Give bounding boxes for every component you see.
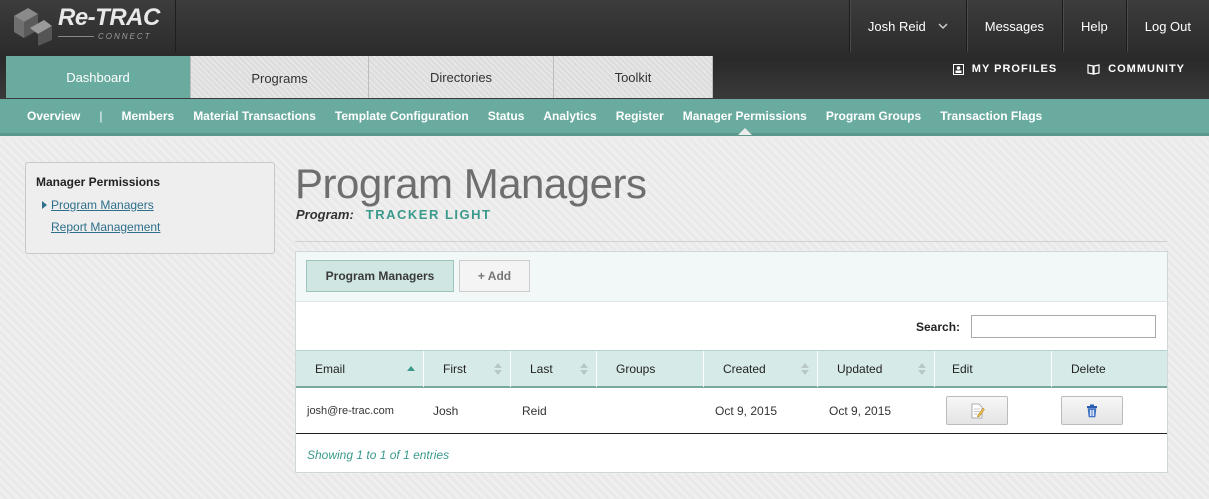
community-link[interactable]: COMMUNITY: [1087, 63, 1185, 75]
column-delete-label: Delete: [1071, 362, 1106, 376]
column-email-label: Email: [315, 362, 346, 376]
help-link[interactable]: Help: [1061, 0, 1126, 52]
column-groups-label: Groups: [616, 362, 656, 376]
subnav-material-transactions[interactable]: Material Transactions: [193, 109, 316, 123]
table-info: Showing 1 to 1 of 1 entries: [307, 448, 450, 462]
retrac-logo-icon: [14, 8, 52, 46]
program-label: Program:: [296, 207, 354, 222]
subnav-members[interactable]: Members: [122, 109, 175, 123]
page-title: Program Managers: [295, 160, 647, 207]
sort-icon: [494, 363, 502, 375]
messages-link[interactable]: Messages: [965, 0, 1062, 52]
edit-button[interactable]: [946, 396, 1008, 425]
my-profiles-label: MY PROFILES: [971, 63, 1058, 75]
brand-name: Re-TRAC: [58, 4, 160, 31]
column-first-label: First: [443, 362, 467, 376]
column-last-label: Last: [530, 362, 553, 376]
column-delete: Delete: [1052, 351, 1167, 387]
subnav-transaction-flags[interactable]: Transaction Flags: [940, 109, 1042, 123]
tab-directories[interactable]: Directories: [369, 56, 554, 98]
chevron-down-icon: [938, 23, 948, 30]
top-nav: Josh Reid Messages Help Log Out: [848, 0, 1209, 52]
column-updated[interactable]: Updated: [818, 351, 935, 387]
column-groups[interactable]: Groups: [597, 351, 704, 387]
profile-icon: [952, 63, 964, 75]
sidebar-item-program-managers[interactable]: Program Managers: [42, 198, 264, 212]
book-icon: [1087, 63, 1100, 75]
subnav-register[interactable]: Register: [616, 109, 664, 123]
sidebar-title: Manager Permissions: [36, 175, 161, 189]
subnav-manager-permissions[interactable]: Manager Permissions: [683, 109, 807, 135]
cell-edit: [935, 388, 1052, 434]
delete-button[interactable]: [1061, 396, 1123, 425]
cell-first: Josh: [433, 403, 459, 418]
search-input[interactable]: [971, 315, 1156, 338]
app-header: Re-TRAC CONNECT Josh Reid Messages Help …: [0, 0, 1209, 99]
main-tabs: Dashboard Programs Directories Toolkit: [6, 56, 713, 98]
tab-toolkit[interactable]: Toolkit: [554, 56, 713, 98]
user-menu[interactable]: Josh Reid: [848, 0, 966, 52]
cell-updated: Oct 9, 2015: [829, 403, 892, 418]
cell-last: Reid: [522, 403, 547, 418]
column-updated-label: Updated: [837, 362, 883, 376]
column-email[interactable]: Email: [296, 351, 424, 387]
sort-icon: [801, 363, 809, 375]
subnav-analytics[interactable]: Analytics: [543, 109, 596, 123]
subnav-program-groups[interactable]: Program Groups: [826, 109, 921, 123]
panel-toolbar: Program Managers + Add: [296, 252, 1167, 302]
brand-sub: CONNECT: [98, 32, 152, 41]
user-name: Josh Reid: [867, 18, 926, 34]
title-divider: [295, 241, 1167, 242]
subnav-status[interactable]: Status: [488, 109, 525, 123]
cell-created: Oct 9, 2015: [715, 403, 778, 418]
cell-email: josh@re-trac.com: [307, 404, 394, 417]
sort-icon: [580, 363, 588, 375]
brand-underline: [58, 36, 94, 37]
managers-panel: Program Managers + Add Search: Email Fir…: [295, 251, 1168, 473]
my-profiles-link[interactable]: MY PROFILES: [952, 63, 1058, 75]
community-label: COMMUNITY: [1108, 63, 1185, 75]
cell-groups: [597, 388, 704, 434]
search-label: Search:: [916, 320, 961, 334]
column-first[interactable]: First: [424, 351, 511, 387]
add-button[interactable]: + Add: [459, 260, 530, 292]
program-line: Program: TRACKER LIGHT: [296, 207, 491, 222]
program-managers-button[interactable]: Program Managers: [306, 260, 454, 292]
sort-icon: [918, 363, 926, 375]
subnav-template-configuration[interactable]: Template Configuration: [335, 109, 469, 123]
column-edit: Edit: [935, 351, 1052, 387]
edit-icon: [971, 403, 985, 418]
table-header: Email First Last Groups Created Updated …: [296, 350, 1167, 388]
logout-link[interactable]: Log Out: [1125, 0, 1209, 52]
sidebar: Manager Permissions Program Managers Rep…: [25, 162, 275, 254]
sort-asc-icon: [407, 366, 415, 371]
trash-icon: [1087, 404, 1097, 417]
column-created-label: Created: [723, 362, 766, 376]
sub-nav: Overview | Members Material Transactions…: [0, 99, 1209, 136]
cell-delete: [1052, 388, 1167, 434]
sidebar-item-report-management[interactable]: Report Management: [51, 220, 264, 234]
program-value: TRACKER LIGHT: [365, 207, 492, 222]
tab-dashboard[interactable]: Dashboard: [6, 56, 191, 98]
brand-logo[interactable]: Re-TRAC CONNECT: [0, 0, 176, 52]
column-created[interactable]: Created: [704, 351, 818, 387]
column-last[interactable]: Last: [511, 351, 597, 387]
subnav-overview[interactable]: Overview: [27, 109, 80, 123]
column-edit-label: Edit: [952, 362, 973, 376]
tab-programs[interactable]: Programs: [191, 56, 369, 98]
subnav-separator: |: [99, 109, 103, 123]
header-right-links: MY PROFILES COMMUNITY: [952, 63, 1185, 75]
table-row: josh@re-trac.com Josh Reid Oct 9, 2015 O…: [296, 388, 1167, 434]
